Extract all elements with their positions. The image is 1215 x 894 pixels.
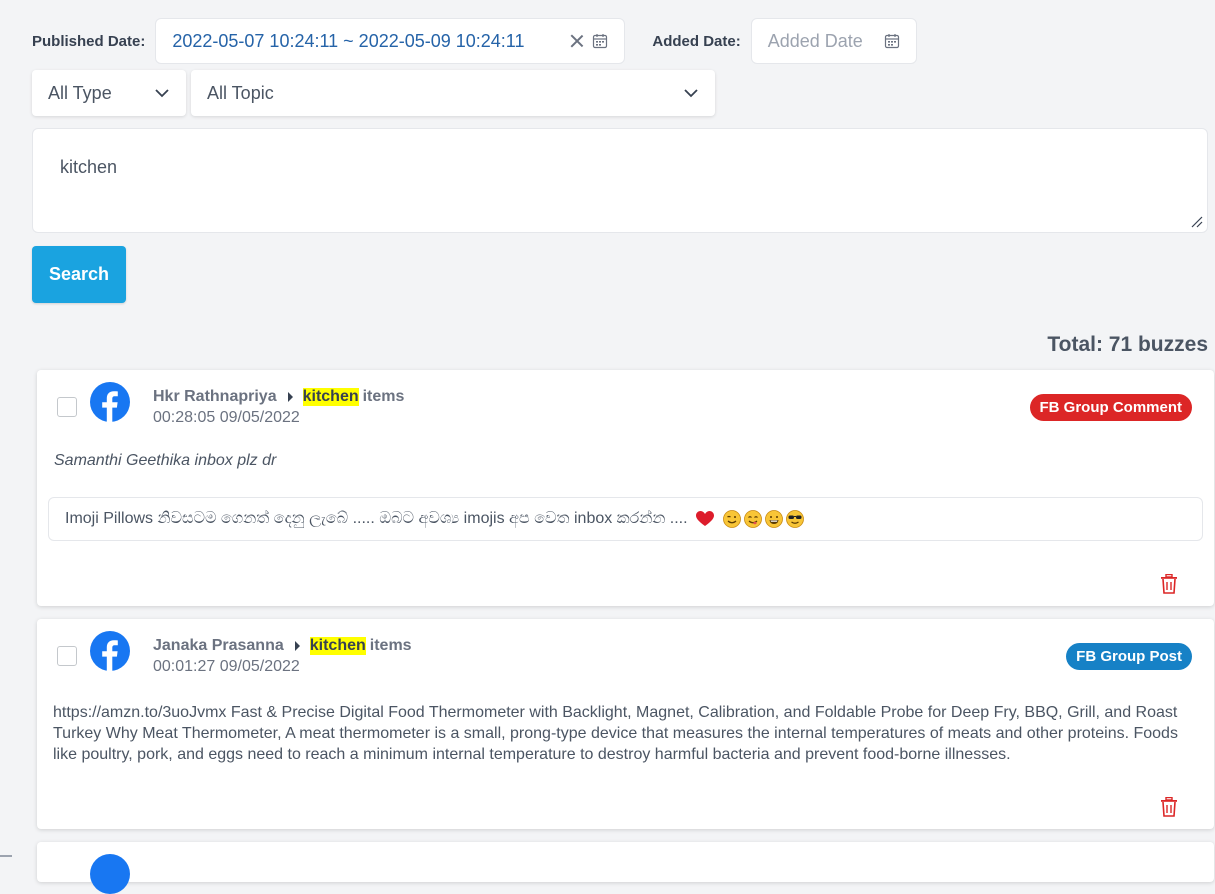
emoji-row xyxy=(695,510,804,528)
published-date-label: Published Date: xyxy=(32,32,146,50)
caret-right-icon xyxy=(287,392,293,402)
facebook-icon xyxy=(90,631,130,671)
buzz-card xyxy=(37,842,1214,894)
published-date-picker[interactable]: 2022-05-07 10:24:11 ~ 2022-05-09 10:24:1… xyxy=(155,18,626,64)
author-line: Hkr Rathnapriya kitchen items xyxy=(153,388,404,406)
group-keyword-highlight[interactable]: kitchen xyxy=(302,388,359,406)
select-row: All Type All Topic xyxy=(32,70,715,116)
calendar-icon[interactable] xyxy=(592,33,608,49)
group-keyword-highlight[interactable]: kitchen xyxy=(309,637,366,655)
author-line: Janaka Prasanna kitchen items xyxy=(153,637,412,655)
sunglasses-face-emoji-icon xyxy=(785,510,804,528)
topic-select[interactable]: All Topic xyxy=(191,70,715,116)
trash-icon[interactable] xyxy=(1160,574,1178,594)
added-date-label: Added Date: xyxy=(652,32,741,50)
heart-emoji-icon xyxy=(695,511,714,526)
type-select-value: All Type xyxy=(48,82,112,103)
divider xyxy=(0,855,12,857)
comment-text: Samanthi Geethika inbox plz dr xyxy=(54,452,277,469)
type-select[interactable]: All Type xyxy=(32,70,186,116)
type-badge: FB Group Post xyxy=(1066,643,1192,670)
trash-icon[interactable] xyxy=(1160,797,1178,817)
author-name[interactable]: Hkr Rathnapriya xyxy=(153,388,277,406)
topic-select-value: All Topic xyxy=(207,82,274,103)
caret-right-icon xyxy=(294,641,300,651)
parent-post-text: Imoji Pillows නිවසටම ගෙනත් දෙනු ලැබේ ...… xyxy=(65,510,688,527)
type-badge: FB Group Comment xyxy=(1029,394,1192,421)
yum-face-emoji-icon xyxy=(743,510,762,528)
buzz-card: Janaka Prasanna kitchen items 00:01:27 0… xyxy=(37,619,1214,829)
keyword-value: kitchen xyxy=(60,157,118,177)
search-button[interactable]: Search xyxy=(32,246,126,303)
facebook-icon xyxy=(90,854,130,894)
winking-face-emoji-icon xyxy=(722,510,741,528)
filter-row: Published Date: 2022-05-07 10:24:11 ~ 20… xyxy=(32,17,917,65)
post-timestamp: 00:28:05 09/05/2022 xyxy=(153,409,300,426)
published-date-value: 2022-05-07 10:24:11 ~ 2022-05-09 10:24:1… xyxy=(172,30,525,51)
chevron-down-icon xyxy=(155,89,169,98)
select-checkbox[interactable] xyxy=(57,397,77,417)
resize-handle-icon[interactable] xyxy=(1191,216,1203,228)
added-date-placeholder: Added Date xyxy=(767,30,863,51)
added-date-picker[interactable]: Added Date xyxy=(750,18,917,64)
group-name-rest[interactable]: items xyxy=(363,388,405,406)
grinning-face-emoji-icon xyxy=(764,510,783,528)
chevron-down-icon xyxy=(684,89,698,98)
select-checkbox[interactable] xyxy=(57,646,77,666)
post-text: https://amzn.to/3uoJvmx Fast & Precise D… xyxy=(53,704,1178,763)
facebook-icon xyxy=(90,382,130,422)
group-name-rest[interactable]: items xyxy=(370,637,412,655)
total-count: Total: 71 buzzes xyxy=(1047,333,1208,356)
calendar-icon[interactable] xyxy=(884,33,900,49)
keyword-textarea[interactable]: kitchen xyxy=(32,128,1208,233)
post-timestamp: 00:01:27 09/05/2022 xyxy=(153,658,300,675)
parent-post-box: Imoji Pillows නිවසටම ගෙනත් දෙනු ලැබේ ...… xyxy=(48,497,1203,541)
close-icon[interactable] xyxy=(570,34,584,48)
buzz-card: Hkr Rathnapriya kitchen items 00:28:05 0… xyxy=(37,370,1214,606)
author-name[interactable]: Janaka Prasanna xyxy=(153,637,284,655)
